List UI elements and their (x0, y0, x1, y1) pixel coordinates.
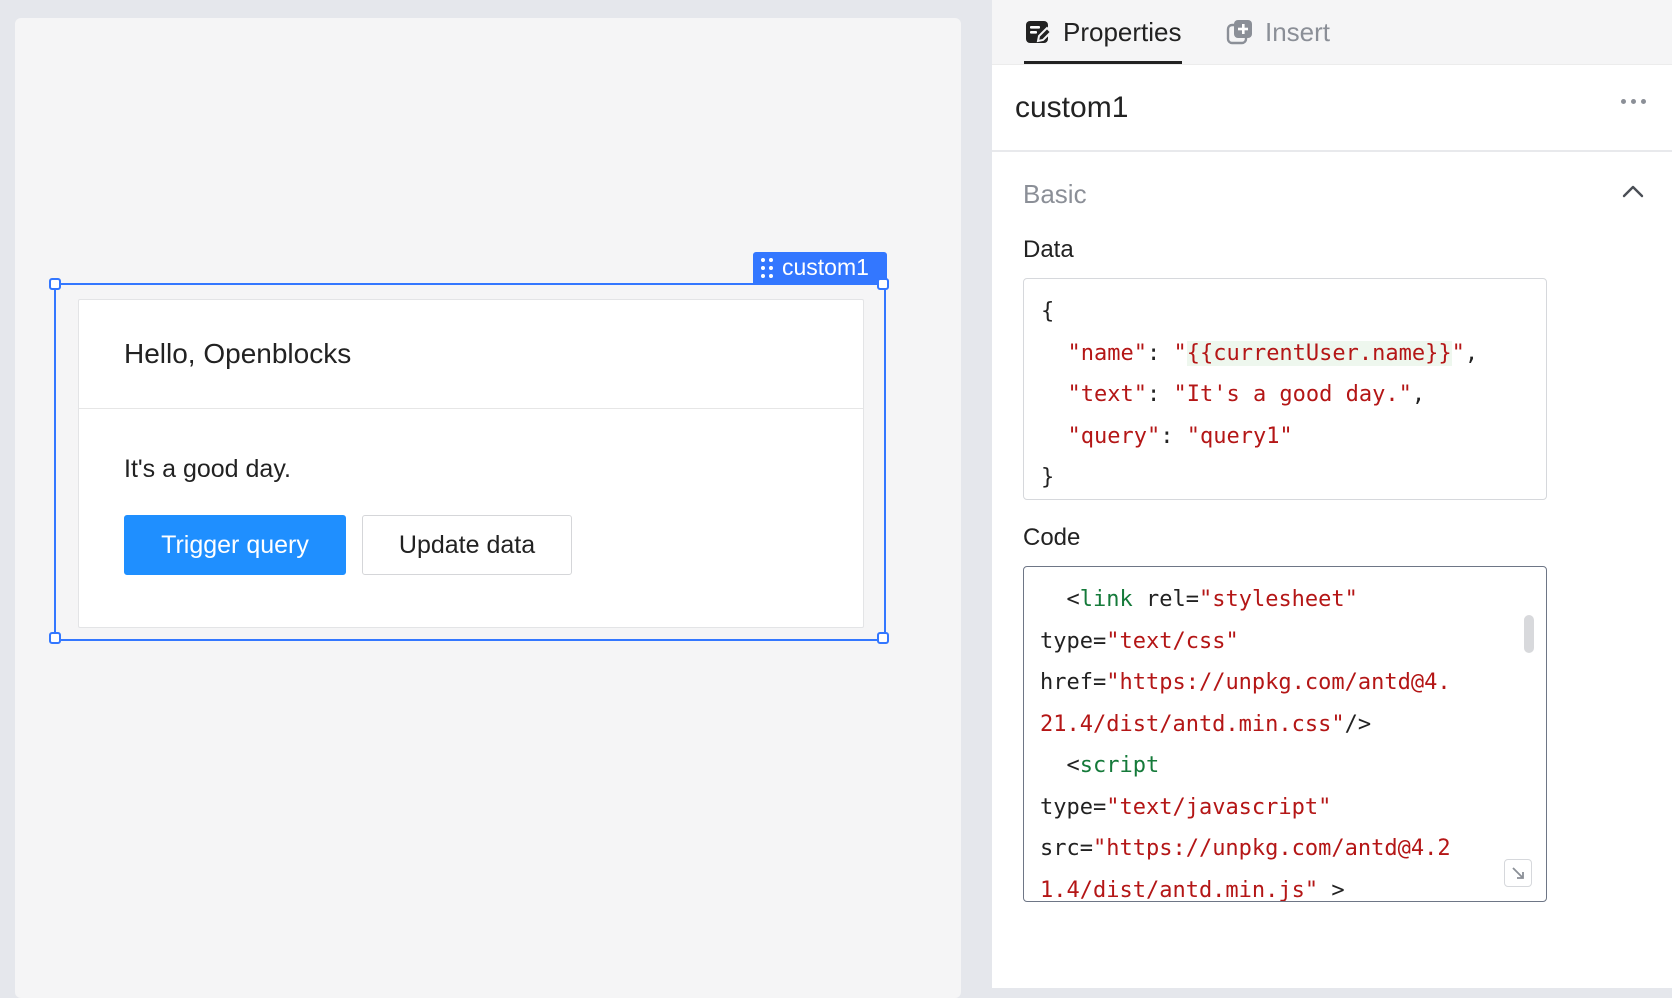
tab-insert-label: Insert (1265, 16, 1331, 47)
code-line: type="text/css" (1040, 628, 1239, 654)
data-line: "text": "It's a good day.", (1041, 382, 1426, 407)
code-scrollbar[interactable] (1524, 615, 1534, 653)
resize-handle-top-right[interactable] (877, 278, 889, 290)
properties-icon (1026, 21, 1052, 43)
component-name[interactable]: custom1 (1015, 91, 1128, 125)
properties-panel: Properties Insert custom1 Basic Data { "… (992, 0, 1672, 988)
more-options-icon[interactable] (1621, 99, 1646, 104)
data-line: "name": "{{currentUser.name}}", (1041, 340, 1479, 366)
insert-icon (1226, 20, 1252, 45)
panel-tabs: Properties Insert (992, 0, 1672, 65)
card-title: Hello, Openblocks (79, 300, 863, 409)
tab-properties[interactable]: Properties (1024, 0, 1182, 64)
data-editor[interactable]: { "name": "{{currentUser.name}}", "text"… (1023, 278, 1547, 500)
resize-handle-bottom-right[interactable] (877, 632, 889, 644)
expand-editor-icon[interactable] (1504, 859, 1532, 887)
code-line: href="https://unpkg.com/antd@4. (1040, 670, 1451, 695)
expand-arrow-icon (1512, 867, 1524, 879)
section-title: Basic (1023, 178, 1087, 209)
update-data-button[interactable]: Update data (362, 515, 572, 575)
code-label: Code (1023, 524, 1081, 551)
code-line: <script (1040, 753, 1160, 778)
custom-component-card: Hello, Openblocks It's a good day. Trigg… (78, 299, 864, 628)
tab-properties-label: Properties (1063, 16, 1182, 47)
trigger-query-button[interactable]: Trigger query (124, 515, 346, 575)
card-text: It's a good day. (124, 455, 291, 483)
code-line: src="https://unpkg.com/antd@4.2 (1040, 836, 1451, 861)
tab-insert[interactable]: Insert (1226, 0, 1330, 64)
code-line: 1.4/dist/antd.min.js" > (1040, 877, 1345, 902)
data-line: } (1041, 465, 1055, 490)
resize-handle-top-left[interactable] (49, 278, 61, 290)
code-line: type="text/javascript" (1040, 794, 1332, 820)
drag-handle-icon[interactable] (761, 257, 773, 278)
data-label: Data (1023, 236, 1074, 263)
code-line: 21.4/dist/antd.min.css"/> (1040, 711, 1372, 737)
component-header: custom1 (992, 65, 1672, 152)
selected-component-label[interactable]: custom1 (753, 252, 887, 283)
resize-handle-bottom-left[interactable] (49, 632, 61, 644)
basic-section-header[interactable]: Basic (992, 152, 1672, 236)
code-editor[interactable]: <link rel="stylesheet" type="text/css" h… (1023, 566, 1547, 902)
selected-component-name: custom1 (782, 254, 869, 280)
chevron-up-icon[interactable] (1622, 184, 1644, 198)
editor-canvas[interactable]: custom1 Hello, Openblocks It's a good da… (15, 18, 961, 998)
data-line: "query": "query1" (1041, 423, 1293, 449)
data-line: { (1041, 299, 1055, 324)
code-line: <link rel="stylesheet" (1040, 587, 1358, 612)
